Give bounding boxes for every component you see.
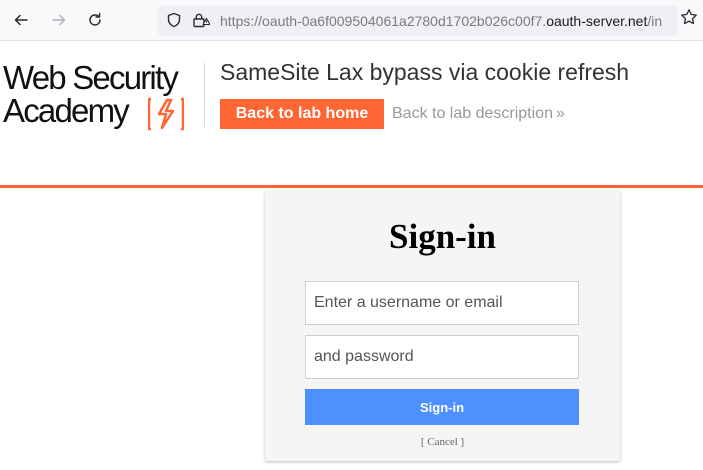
url-path: /in — [647, 13, 663, 29]
browser-toolbar: https://oauth-0a6f009504061a2780d1702b02… — [0, 0, 703, 41]
star-icon[interactable] — [680, 8, 698, 31]
header-accent-rule — [0, 185, 703, 188]
url-text[interactable]: https://oauth-0a6f009504061a2780d1702b02… — [220, 12, 678, 30]
logo-text-line1: Web Security — [3, 59, 179, 96]
logo-text-line2: Academy — [3, 92, 130, 129]
back-arrow-icon[interactable] — [8, 7, 34, 33]
password-input[interactable] — [305, 335, 579, 379]
double-chevron-right-icon: » — [555, 105, 565, 122]
address-bar[interactable]: https://oauth-0a6f009504061a2780d1702b02… — [158, 5, 678, 36]
lab-header: Web Security Academy SameSite Lax bypass… — [0, 41, 703, 187]
signin-heading: Sign-in — [389, 217, 496, 256]
lightning-bolt-icon — [147, 97, 185, 136]
username-input[interactable] — [305, 281, 579, 325]
web-security-academy-logo[interactable]: Web Security Academy — [3, 61, 203, 133]
lab-title: SameSite Lax bypass via cookie refresh — [220, 59, 630, 85]
forward-arrow-icon[interactable] — [46, 7, 72, 33]
signin-card: Sign-in Sign-in [ Cancel ] — [265, 191, 620, 461]
url-domain: oauth-server.net — [546, 13, 648, 29]
header-divider — [204, 63, 205, 127]
lock-icon[interactable] — [192, 12, 211, 33]
cancel-link[interactable]: [ Cancel ] — [265, 436, 620, 448]
back-to-lab-description-label: Back to lab description — [392, 105, 553, 122]
back-to-lab-description-link[interactable]: Back to lab description» — [392, 104, 565, 124]
url-prefix: https://oauth-0a6f009504061a2780d1702b02… — [220, 13, 547, 29]
back-to-lab-home-button[interactable]: Back to lab home — [220, 99, 384, 129]
signin-button[interactable]: Sign-in — [305, 389, 579, 425]
reload-icon[interactable] — [82, 7, 108, 33]
shield-icon[interactable] — [166, 12, 182, 33]
